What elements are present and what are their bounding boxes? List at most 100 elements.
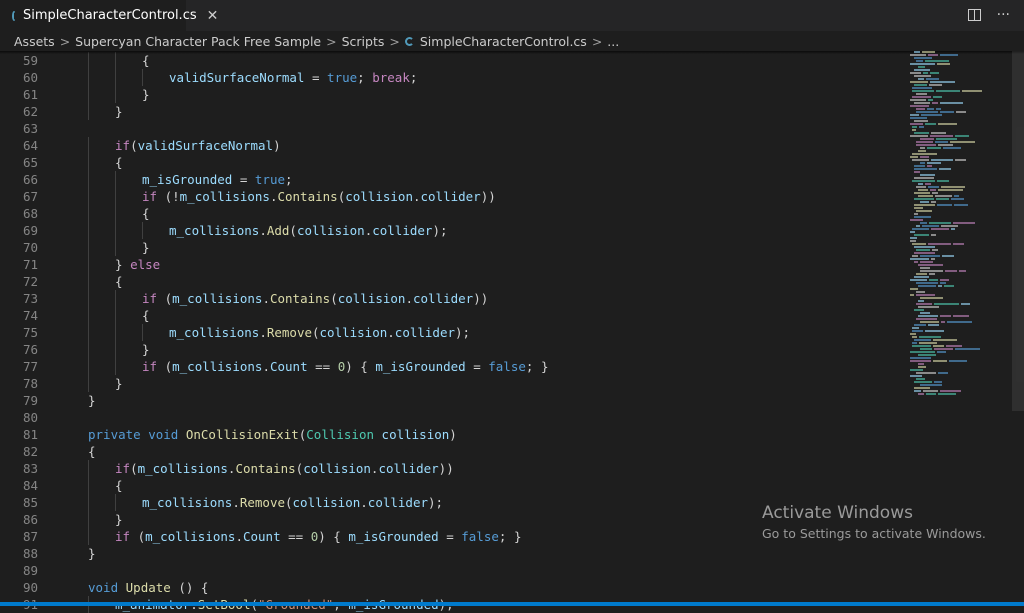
minimap-line: [938, 285, 942, 287]
minimap-line: [961, 303, 970, 305]
breadcrumb-separator: >: [389, 33, 400, 49]
indent-guide: [88, 307, 89, 324]
code-token: ; }: [525, 359, 549, 374]
code-text: {: [142, 205, 150, 222]
code-token: collision: [303, 461, 371, 476]
code-token: m_collisions: [172, 359, 263, 374]
minimap-line: [954, 195, 959, 197]
code-token: m_collisions: [142, 495, 233, 510]
minimap-line: [910, 258, 929, 260]
code-text: private void OnCollisionExit(Collision c…: [88, 426, 457, 443]
code-token: }: [88, 546, 96, 561]
code-text: }: [142, 341, 150, 358]
close-icon[interactable]: ✕: [207, 8, 219, 24]
code-token: void: [88, 580, 119, 595]
minimap-line: [914, 339, 931, 341]
code-token: false: [488, 359, 526, 374]
code-text: {: [115, 477, 123, 494]
code-text: {: [88, 443, 96, 460]
code-token: ): [449, 427, 457, 442]
minimap-line: [910, 105, 929, 107]
code-token: }: [115, 257, 131, 272]
minimap-line: [914, 120, 928, 122]
code-text: if(validSurfaceNormal): [115, 137, 281, 154]
line-number: 71: [22, 257, 38, 272]
code-token: Contains: [277, 189, 338, 204]
minimap-line: [920, 312, 930, 314]
minimap-line: [914, 234, 929, 236]
minimap-line: [914, 381, 932, 383]
minimap-line: [910, 81, 928, 83]
code-text: m_collisions.Remove(collision.collider);: [169, 324, 470, 341]
code-token: {: [115, 155, 123, 170]
breadcrumb-item-symbol[interactable]: ...: [607, 34, 619, 49]
indent-guide: [88, 341, 89, 358]
code-token: =: [465, 359, 489, 374]
minimap-line: [928, 186, 939, 188]
code-token: .: [262, 359, 270, 374]
code-token: if: [115, 529, 131, 544]
minimap-line: [916, 108, 925, 110]
minimap-line: [914, 165, 925, 167]
minimap-line: [916, 378, 925, 380]
code-token: private: [88, 427, 141, 442]
code-token: ) {: [345, 359, 376, 374]
minimap-line: [931, 258, 935, 260]
minimap-line: [916, 318, 937, 320]
minimap-line: [933, 339, 957, 341]
more-actions-icon[interactable]: ···: [997, 7, 1010, 23]
split-editor-icon[interactable]: [967, 9, 981, 21]
code-text: }: [88, 392, 96, 409]
minimap-line: [928, 54, 938, 56]
minimap-line: [910, 123, 923, 125]
minimap-line: [930, 72, 939, 74]
code-token: m_isGrounded: [375, 359, 466, 374]
minimap-line: [912, 255, 918, 257]
minimap-line: [935, 195, 952, 197]
line-number: 64: [22, 138, 38, 153]
code-token: Add: [266, 223, 290, 238]
line-number: 69: [22, 223, 38, 238]
minimap-line: [910, 360, 931, 362]
breadcrumb-item-scripts[interactable]: Scripts: [342, 34, 385, 49]
code-text: {: [142, 52, 150, 69]
code-token: collision: [296, 223, 365, 238]
indent-guide: [88, 188, 89, 205]
code-token: {: [142, 206, 150, 221]
minimap-line: [940, 390, 961, 392]
scrollbar-thumb[interactable]: [1012, 51, 1024, 411]
minimap-line: [918, 300, 924, 302]
minimap-line: [936, 90, 960, 92]
indent-guide: [115, 188, 116, 205]
code-token: ) {: [318, 529, 349, 544]
minimap-line: [934, 381, 942, 383]
line-number: 74: [22, 308, 38, 323]
minimap-line: [920, 267, 930, 269]
code-text: {: [142, 307, 150, 324]
minimap-line: [938, 144, 953, 146]
minimap-line: [936, 198, 949, 200]
indent-guide: [88, 494, 89, 511]
line-number: 73: [22, 291, 38, 306]
code-token: }: [115, 376, 123, 391]
breadcrumb-separator: >: [59, 33, 71, 49]
minimap-line: [940, 279, 949, 281]
indent-guide: [115, 52, 116, 69]
minimap[interactable]: [910, 51, 1010, 401]
indent-guide: [142, 324, 143, 341]
breadcrumb-item-file[interactable]: SimpleCharacterControl.cs: [420, 34, 587, 49]
indent-guide: [88, 69, 89, 86]
tab-simple-character-control[interactable]: SimpleCharacterControl.cs ✕: [0, 0, 218, 31]
breadcrumb-item-pack[interactable]: Supercyan Character Pack Free Sample: [75, 34, 321, 49]
line-number: 84: [22, 478, 38, 493]
code-token: .: [232, 495, 240, 510]
line-number: 87: [22, 529, 38, 544]
line-number: 82: [22, 444, 38, 459]
code-token: Contains: [235, 461, 296, 476]
breadcrumb-item-assets[interactable]: Assets: [14, 34, 55, 49]
code-text: if (m_collisions.Contains(collision.coll…: [142, 290, 488, 307]
code-text: validSurfaceNormal = true; break;: [169, 69, 417, 86]
indent-guide: [88, 52, 89, 69]
line-number: 59: [22, 53, 38, 68]
minimap-line: [918, 150, 926, 152]
